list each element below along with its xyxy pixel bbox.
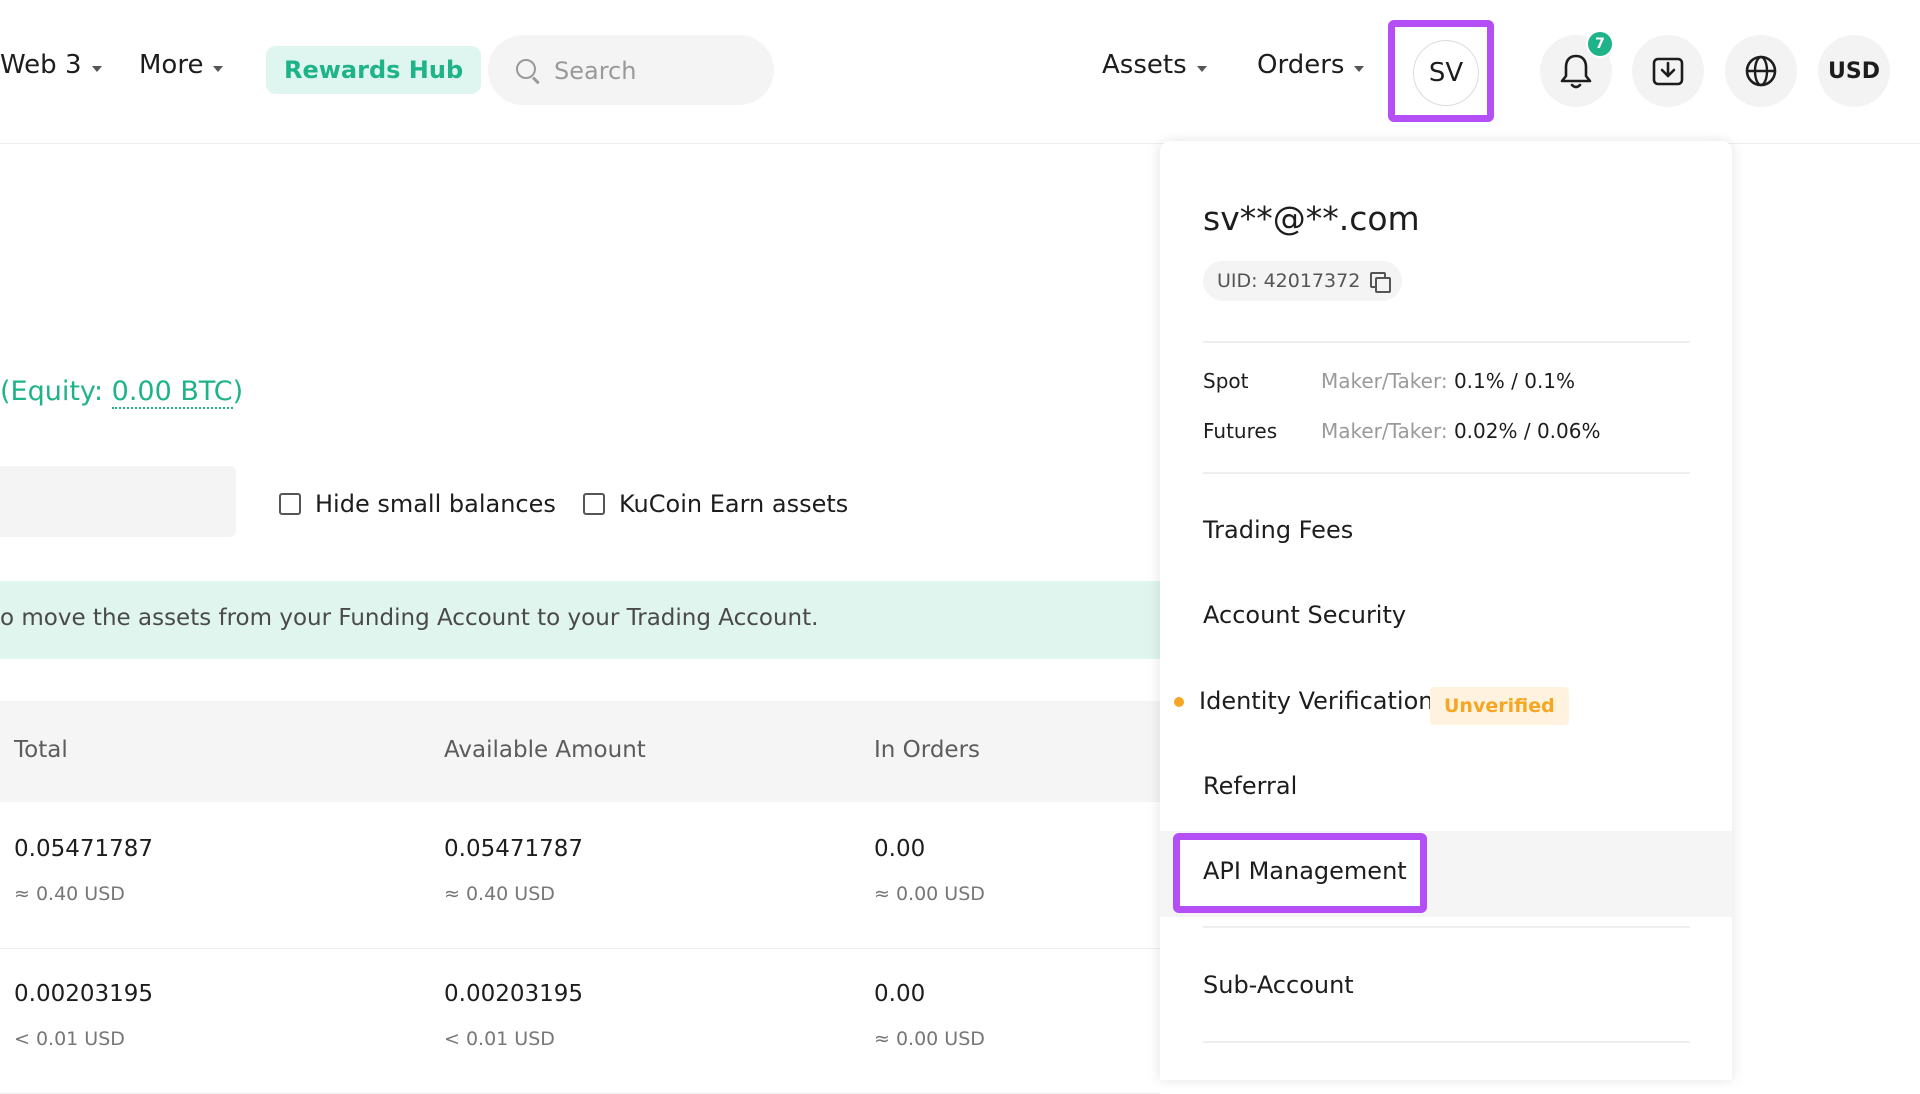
bell-icon: [1560, 54, 1592, 89]
language-button[interactable]: [1725, 35, 1797, 107]
cell-available-usd: ≈ 0.40 USD: [444, 883, 555, 905]
account-email: sv**@**.com: [1203, 199, 1420, 238]
fee-name: Spot: [1203, 369, 1249, 393]
divider: [1203, 472, 1690, 474]
chevron-down-icon: [91, 66, 102, 72]
equity-summary: (Equity: 0.00 BTC): [0, 376, 244, 409]
fee-label: Maker/Taker:: [1321, 419, 1454, 443]
fee-value: 0.02% / 0.06%: [1453, 419, 1601, 443]
globe-icon: [1745, 55, 1777, 87]
table-row[interactable]: 0.00203195 < 0.01 USD 0.00203195 < 0.01 …: [0, 948, 1160, 1094]
nav-assets[interactable]: Assets: [1102, 50, 1207, 80]
download-icon: [1652, 57, 1684, 86]
account-dropdown-menu: sv**@**.com UID: 42017372 Spot Maker/Take…: [1160, 141, 1732, 1080]
assets-table-header: Total Available Amount In Orders: [0, 701, 1160, 802]
menu-item-api-management[interactable]: API Management: [1203, 857, 1407, 885]
menu-item-identity-verification[interactable]: Identity Verification: [1199, 687, 1433, 715]
search-icon: [516, 59, 536, 79]
cell-total: 0.00203195: [14, 981, 154, 1007]
top-nav-bar: Web 3 More Rewards Hub Assets Orders SV …: [0, 0, 1920, 144]
nav-more-label: More: [139, 50, 204, 80]
nav-web3[interactable]: Web 3: [0, 50, 102, 80]
uid-label: UID: 42017372: [1217, 270, 1361, 292]
cell-total: 0.05471787: [14, 836, 154, 862]
chevron-down-icon: [1354, 66, 1365, 72]
column-header-in-orders: In Orders: [874, 737, 981, 763]
cell-available: 0.00203195: [444, 981, 584, 1007]
column-header-available: Available Amount: [444, 737, 646, 763]
fee-label: Maker/Taker:: [1321, 369, 1454, 393]
cell-in-orders-usd: ≈ 0.00 USD: [874, 883, 985, 905]
nav-orders-label: Orders: [1257, 50, 1345, 80]
cell-in-orders: 0.00: [874, 836, 926, 862]
equity-suffix: ): [232, 376, 244, 407]
search-input[interactable]: [552, 51, 756, 91]
cell-available-usd: < 0.01 USD: [444, 1028, 555, 1050]
kucoin-earn-assets-checkbox[interactable]: [583, 493, 605, 515]
uid-pill: UID: 42017372: [1203, 261, 1403, 301]
column-header-total: Total: [14, 737, 68, 763]
cell-available: 0.05471787: [444, 836, 584, 862]
kucoin-earn-assets-label: KuCoin Earn assets: [619, 490, 849, 518]
menu-item-sub-account[interactable]: Sub-Account: [1203, 971, 1354, 999]
fee-row-spot: Spot Maker/Taker: 0.1% / 0.1%: [1203, 369, 1575, 393]
chevron-down-icon: [1196, 66, 1207, 72]
menu-item-account-security[interactable]: Account Security: [1203, 601, 1406, 629]
nav-orders[interactable]: Orders: [1257, 50, 1365, 80]
warning-dot-icon: [1174, 697, 1184, 707]
divider: [1203, 926, 1690, 928]
fee-value: 0.1% / 0.1%: [1453, 369, 1576, 393]
avatar[interactable]: SV: [1413, 40, 1479, 106]
cell-total-usd: < 0.01 USD: [14, 1028, 125, 1050]
hide-small-balances-label: Hide small balances: [315, 490, 556, 518]
divider: [1203, 1041, 1690, 1043]
cell-in-orders: 0.00: [874, 981, 926, 1007]
nav-web3-label: Web 3: [0, 50, 82, 80]
menu-item-referral[interactable]: Referral: [1203, 772, 1297, 800]
table-row[interactable]: 0.05471787 ≈ 0.40 USD 0.05471787 ≈ 0.40 …: [0, 803, 1160, 949]
cell-total-usd: ≈ 0.40 USD: [14, 883, 125, 905]
fee-row-futures: Futures Maker/Taker: 0.02% / 0.06%: [1203, 419, 1600, 443]
fee-name: Futures: [1203, 419, 1278, 443]
chevron-down-icon: [213, 66, 224, 72]
asset-search-field[interactable]: [0, 466, 236, 537]
equity-value[interactable]: 0.00 BTC: [111, 376, 233, 409]
cell-in-orders-usd: ≈ 0.00 USD: [874, 1028, 985, 1050]
nav-assets-label: Assets: [1102, 50, 1187, 80]
transfer-notice-banner: o move the assets from your Funding Acco…: [0, 581, 1160, 659]
notification-count-badge: 7: [1586, 30, 1614, 58]
transfer-notice-text: o move the assets from your Funding Acco…: [0, 605, 819, 631]
menu-item-trading-fees[interactable]: Trading Fees: [1203, 516, 1353, 544]
hide-small-balances-toggle[interactable]: Hide small balances: [279, 490, 556, 518]
divider: [1203, 341, 1690, 343]
kucoin-earn-assets-toggle[interactable]: KuCoin Earn assets: [583, 490, 848, 518]
equity-prefix: (Equity:: [0, 376, 112, 407]
rewards-hub-button[interactable]: Rewards Hub: [266, 46, 482, 94]
nav-more[interactable]: More: [139, 50, 224, 80]
unverified-badge: Unverified: [1430, 687, 1569, 725]
download-button[interactable]: [1632, 35, 1704, 107]
search-box[interactable]: [488, 35, 774, 105]
copy-icon[interactable]: [1370, 272, 1392, 293]
currency-button[interactable]: USD: [1818, 35, 1890, 107]
hide-small-balances-checkbox[interactable]: [279, 493, 301, 515]
